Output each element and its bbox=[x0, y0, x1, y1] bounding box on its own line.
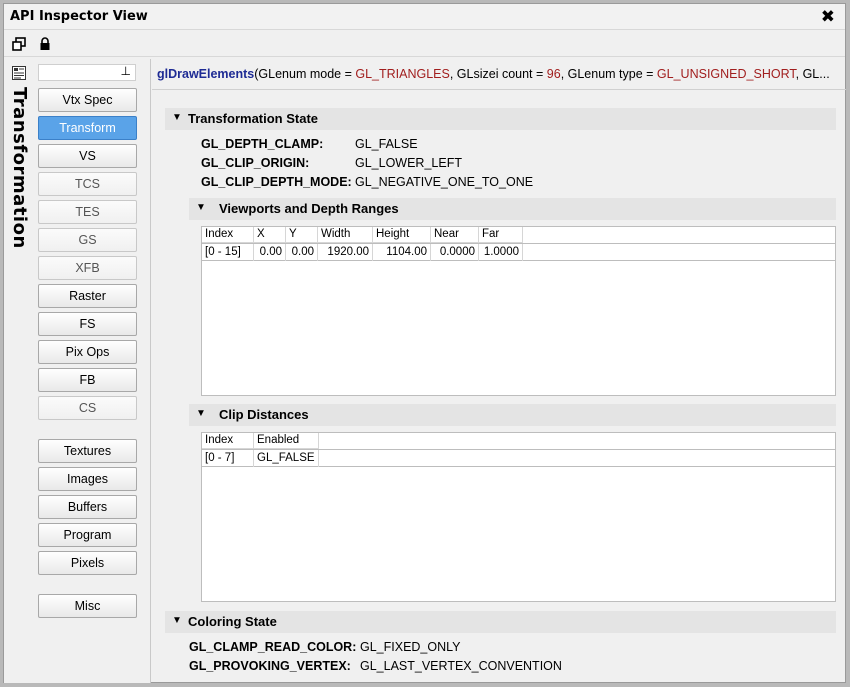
state-value: GL_LAST_VERTEX_CONVENTION bbox=[360, 659, 562, 673]
call-param-text: , GL... bbox=[795, 67, 830, 81]
resource-button-program[interactable]: Program bbox=[38, 523, 137, 547]
state-row: GL_CLIP_ORIGIN: GL_LOWER_LEFT bbox=[201, 156, 601, 172]
state-row: GL_CLIP_DEPTH_MODE: GL_NEGATIVE_ONE_TO_O… bbox=[201, 175, 601, 191]
lock-icon[interactable] bbox=[37, 36, 53, 52]
stage-button-gs[interactable]: GS bbox=[38, 228, 137, 252]
resource-button-textures[interactable]: Textures bbox=[38, 439, 137, 463]
collapse-triangle-icon[interactable]: ▼ bbox=[196, 202, 206, 213]
close-icon[interactable]: ✖ bbox=[821, 7, 835, 27]
stage-button-fb[interactable]: FB bbox=[38, 368, 137, 392]
column-header[interactable]: X bbox=[254, 227, 286, 243]
stage-button-vs[interactable]: VS bbox=[38, 144, 137, 168]
state-value: GL_FIXED_ONLY bbox=[360, 640, 461, 654]
window-title: API Inspector View bbox=[10, 9, 148, 24]
state-key: GL_CLIP_DEPTH_MODE: bbox=[201, 175, 352, 189]
stage-button-tes[interactable]: TES bbox=[38, 200, 137, 224]
column-header[interactable]: Index bbox=[202, 433, 254, 449]
api-inspector-window: API Inspector View ✖ Transformation ⊥ Vt… bbox=[3, 3, 846, 683]
state-value: GL_FALSE bbox=[355, 137, 418, 151]
stage-button-cs[interactable]: CS bbox=[38, 396, 137, 420]
title-bar: API Inspector View ✖ bbox=[4, 4, 845, 30]
table-cell: [0 - 7] bbox=[202, 450, 254, 467]
column-header[interactable]: Y bbox=[286, 227, 318, 243]
state-value: GL_LOWER_LEFT bbox=[355, 156, 462, 170]
pin-icon[interactable]: ⊥ bbox=[121, 64, 131, 78]
section-header-transformation[interactable]: ▼ Transformation State bbox=[165, 108, 836, 130]
table-cell: 1104.00 bbox=[373, 244, 431, 261]
table-cell: [0 - 15] bbox=[202, 244, 254, 261]
resource-button-buffers[interactable]: Buffers bbox=[38, 495, 137, 519]
state-row: GL_CLAMP_READ_COLOR: GL_FIXED_ONLY bbox=[189, 640, 609, 656]
table-cell: 1920.00 bbox=[318, 244, 373, 261]
column-header[interactable]: Near bbox=[431, 227, 479, 243]
table-cell: 0.00 bbox=[254, 244, 286, 261]
table-cell: 0.00 bbox=[286, 244, 318, 261]
column-header[interactable]: Enabled bbox=[254, 433, 319, 449]
section-title: Viewports and Depth Ranges bbox=[219, 201, 399, 216]
section-title: Clip Distances bbox=[219, 407, 309, 422]
call-param-text: (GLenum mode = bbox=[254, 67, 356, 81]
stage-button-raster[interactable]: Raster bbox=[38, 284, 137, 308]
divider bbox=[152, 89, 846, 90]
api-call-signature: glDrawElements(GLenum mode = GL_TRIANGLE… bbox=[157, 67, 837, 81]
section-header-clip-distances[interactable]: ▼ Clip Distances bbox=[189, 404, 836, 426]
stage-button-pix-ops[interactable]: Pix Ops bbox=[38, 340, 137, 364]
resource-button-images[interactable]: Images bbox=[38, 467, 137, 491]
viewports-table[interactable]: Index X Y Width Height Near Far [0 - 15]… bbox=[201, 226, 836, 396]
state-key: GL_CLAMP_READ_COLOR: bbox=[189, 640, 357, 654]
collapse-triangle-icon[interactable]: ▼ bbox=[172, 615, 182, 626]
section-title: Coloring State bbox=[188, 614, 277, 629]
clip-distances-table[interactable]: Index Enabled [0 - 7] GL_FALSE bbox=[201, 432, 836, 602]
stage-button-xfb[interactable]: XFB bbox=[38, 256, 137, 280]
resource-button-pixels[interactable]: Pixels bbox=[38, 551, 137, 575]
call-param-value: 96 bbox=[546, 67, 561, 81]
state-value: GL_NEGATIVE_ONE_TO_ONE bbox=[355, 175, 534, 189]
vertical-stage-title: Transformation bbox=[9, 87, 30, 249]
call-param-text: , GLenum type = bbox=[560, 67, 657, 81]
collapse-triangle-icon[interactable]: ▼ bbox=[196, 408, 206, 419]
column-header[interactable]: Index bbox=[202, 227, 254, 243]
panel-icon bbox=[12, 66, 26, 80]
table-cell: 0.0000 bbox=[431, 244, 479, 261]
table-cell: GL_FALSE bbox=[254, 450, 319, 467]
stage-search-input[interactable]: ⊥ bbox=[38, 64, 136, 81]
restore-icon[interactable] bbox=[11, 36, 27, 52]
call-function-name: glDrawElements bbox=[157, 67, 255, 81]
call-param-text: , GLsizei count = bbox=[449, 67, 547, 81]
state-row: GL_DEPTH_CLAMP: GL_FALSE bbox=[201, 137, 601, 153]
collapse-triangle-icon[interactable]: ▼ bbox=[172, 112, 182, 123]
stage-sidebar: Transformation ⊥ Vtx Spec Transform VS T… bbox=[4, 59, 151, 683]
stage-button-vtx-spec[interactable]: Vtx Spec bbox=[38, 88, 137, 112]
table-cell: 1.0000 bbox=[479, 244, 523, 261]
toolbar bbox=[4, 31, 845, 57]
state-key: GL_CLIP_ORIGIN: bbox=[201, 156, 310, 170]
column-header[interactable]: Height bbox=[373, 227, 431, 243]
state-key: GL_PROVOKING_VERTEX: bbox=[189, 659, 351, 673]
section-header-viewports[interactable]: ▼ Viewports and Depth Ranges bbox=[189, 198, 836, 220]
stage-button-tcs[interactable]: TCS bbox=[38, 172, 137, 196]
state-panel: glDrawElements(GLenum mode = GL_TRIANGLE… bbox=[152, 59, 846, 683]
section-header-coloring[interactable]: ▼ Coloring State bbox=[165, 611, 836, 633]
call-param-value: GL_UNSIGNED_SHORT bbox=[656, 67, 796, 81]
state-row: GL_PROVOKING_VERTEX: GL_LAST_VERTEX_CONV… bbox=[189, 659, 609, 675]
state-key: GL_DEPTH_CLAMP: bbox=[201, 137, 324, 151]
stage-button-fs[interactable]: FS bbox=[38, 312, 137, 336]
misc-button[interactable]: Misc bbox=[38, 594, 137, 618]
column-header[interactable]: Width bbox=[318, 227, 373, 243]
section-title: Transformation State bbox=[188, 111, 319, 126]
call-param-value: GL_TRIANGLES bbox=[355, 67, 450, 81]
stage-button-transform[interactable]: Transform bbox=[38, 116, 137, 140]
column-header[interactable]: Far bbox=[479, 227, 523, 243]
